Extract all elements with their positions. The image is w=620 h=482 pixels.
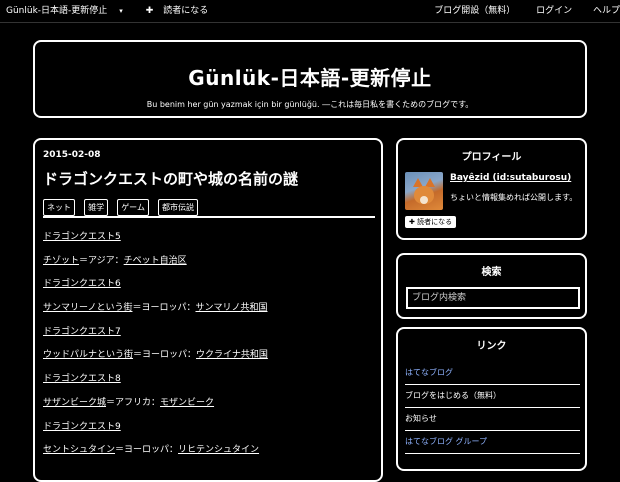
entry-link[interactable]: サンマリノ共和国 <box>195 303 267 313</box>
entry-link[interactable]: チゾット <box>43 256 79 266</box>
link-blog-group[interactable]: はてなブログ グループ <box>405 431 580 454</box>
entry-text: ＝アフリカ： <box>106 397 161 408</box>
blog-menu-dropdown[interactable]: Günlük-日本語-更新停止 ▾ <box>6 6 133 16</box>
link-hatena-blog[interactable]: はてなブログ <box>405 362 580 385</box>
profile-username[interactable]: Bayêzid (id:sutaburosu) <box>450 173 571 183</box>
entry-line: ドラゴンクエスト8 <box>43 371 375 395</box>
entry-link[interactable]: ドラゴンクエスト6 <box>43 279 121 289</box>
tag-urban-legend[interactable]: 都市伝説 <box>158 199 199 216</box>
tag-net[interactable]: ネット <box>43 199 75 216</box>
fox-snout <box>420 196 428 204</box>
entry-link[interactable]: ドラゴンクエスト9 <box>43 422 121 432</box>
entry-link[interactable]: ドラゴンクエスト8 <box>43 374 121 384</box>
link-list: はてなブログ ブログをはじめる（無料） お知らせ はてなブログ グループ <box>405 362 580 454</box>
login-link[interactable]: ログイン <box>536 6 572 16</box>
entry-link[interactable]: ドラゴンクエスト5 <box>43 232 121 242</box>
entry-line: サザンビーク城＝アフリカ：モザンビーク <box>43 395 375 419</box>
entry-date[interactable]: 2015-02-08 <box>43 150 101 160</box>
top-navigation-bar: Günlük-日本語-更新停止 ▾ ✚ 読者になる ブログ開設（無料） ログイン ヘ… <box>0 0 620 23</box>
entry-link[interactable]: リヒテンシュタイン <box>178 445 259 455</box>
entry-line: セントシュタイン＝ヨーロッパ：リヒテンシュタイン <box>43 442 375 466</box>
blog-description: Bu benim her gün yazmak için bir günlüğü… <box>146 100 474 109</box>
caret-down-icon: ▾ <box>119 7 123 15</box>
topbar-reader-label: 読者になる <box>163 6 209 16</box>
topbar-left: Günlük-日本語-更新停止 ▾ ✚ 読者になる <box>6 0 228 22</box>
entry-line: ドラゴンクエスト7 <box>43 324 375 348</box>
entry-link[interactable]: ウッドパルナという街 <box>43 350 133 360</box>
links-heading: リンク <box>476 341 507 352</box>
search-input[interactable]: ブログ内検索 <box>406 287 580 309</box>
entry-text: ＝ヨーロッパ： <box>115 445 179 456</box>
entry-title[interactable]: ドラゴンクエストの町や城の名前の謎 <box>43 168 298 189</box>
entry-tags: ネット 雑学 ゲーム 都市伝説 <box>43 195 202 216</box>
topbar-right: ブログ開設（無料） ログイン ヘルプ <box>416 0 620 22</box>
link-news[interactable]: お知らせ <box>405 408 580 431</box>
plus-icon: ✚ <box>145 6 154 16</box>
entry-line: ドラゴンクエスト9 <box>43 419 375 443</box>
avatar[interactable] <box>405 172 443 210</box>
entry-link[interactable]: サンマリーノという街 <box>43 303 132 313</box>
entry-line: サンマリーノという街＝ヨーロッパ：サンマリノ共和国 <box>43 300 375 324</box>
entry-body: ドラゴンクエスト5 チゾット＝アジア：チベット自治区 ドラゴンクエスト6 サンマ… <box>43 229 375 466</box>
entry-text: ＝アジア： <box>79 255 124 266</box>
entry-text: ＝ヨーロッパ： <box>132 303 196 314</box>
entry-link[interactable]: モザンビーク <box>160 398 214 408</box>
reader-button-label: 読者になる <box>417 218 453 226</box>
reader-button[interactable]: ✚ 読者になる <box>405 216 457 228</box>
entry-line: ウッドパルナという街＝ヨーロッパ：ウクライナ共和国 <box>43 347 375 371</box>
entry-line: チゾット＝アジア：チベット自治区 <box>43 253 375 277</box>
blog-header: Günlük-日本語-更新停止 Bu benim her gün yazmak … <box>33 40 587 118</box>
profile-intro: ちょいと情報集めれば公開します。 <box>450 193 578 202</box>
blog-menu-label: Günlük-日本語-更新停止 <box>6 6 108 16</box>
tag-game[interactable]: ゲーム <box>117 199 149 216</box>
topbar-reader-link[interactable]: ✚ 読者になる <box>146 6 219 16</box>
plus-icon: ✚ <box>409 218 418 226</box>
entry-text: ＝ヨーロッパ： <box>133 350 197 361</box>
entry-link[interactable]: ウクライナ共和国 <box>196 350 268 360</box>
entry-link[interactable]: ドラゴンクエスト7 <box>43 327 121 337</box>
entry-line: ドラゴンクエスト6 <box>43 276 375 300</box>
links-module: リンク はてなブログ ブログをはじめる（無料） お知らせ はてなブログ グループ <box>396 327 587 471</box>
help-link[interactable]: ヘルプ <box>593 6 620 16</box>
blog-entry: 2015-02-08 ドラゴンクエストの町や城の名前の謎 ネット 雑学 ゲーム … <box>33 138 383 482</box>
open-blog-link[interactable]: ブログ開設（無料） <box>434 6 515 16</box>
link-start-blog[interactable]: ブログをはじめる（無料） <box>405 385 580 408</box>
entry-divider <box>43 216 375 218</box>
entry-link[interactable]: チベット自治区 <box>124 256 187 266</box>
profile-heading: プロフィール <box>461 152 522 163</box>
profile-module: プロフィール Bayêzid (id:sutaburosu) ちょいと情報集めれ… <box>396 138 587 240</box>
entry-line: ドラゴンクエスト5 <box>43 229 375 253</box>
entry-link[interactable]: サザンビーク城 <box>43 398 106 408</box>
search-heading: 検索 <box>481 267 502 278</box>
tag-trivia[interactable]: 雑学 <box>84 199 109 216</box>
entry-link[interactable]: セントシュタイン <box>43 445 115 455</box>
blog-title[interactable]: Günlük-日本語-更新停止 <box>35 62 585 91</box>
search-module: 検索 ブログ内検索 <box>396 253 587 319</box>
